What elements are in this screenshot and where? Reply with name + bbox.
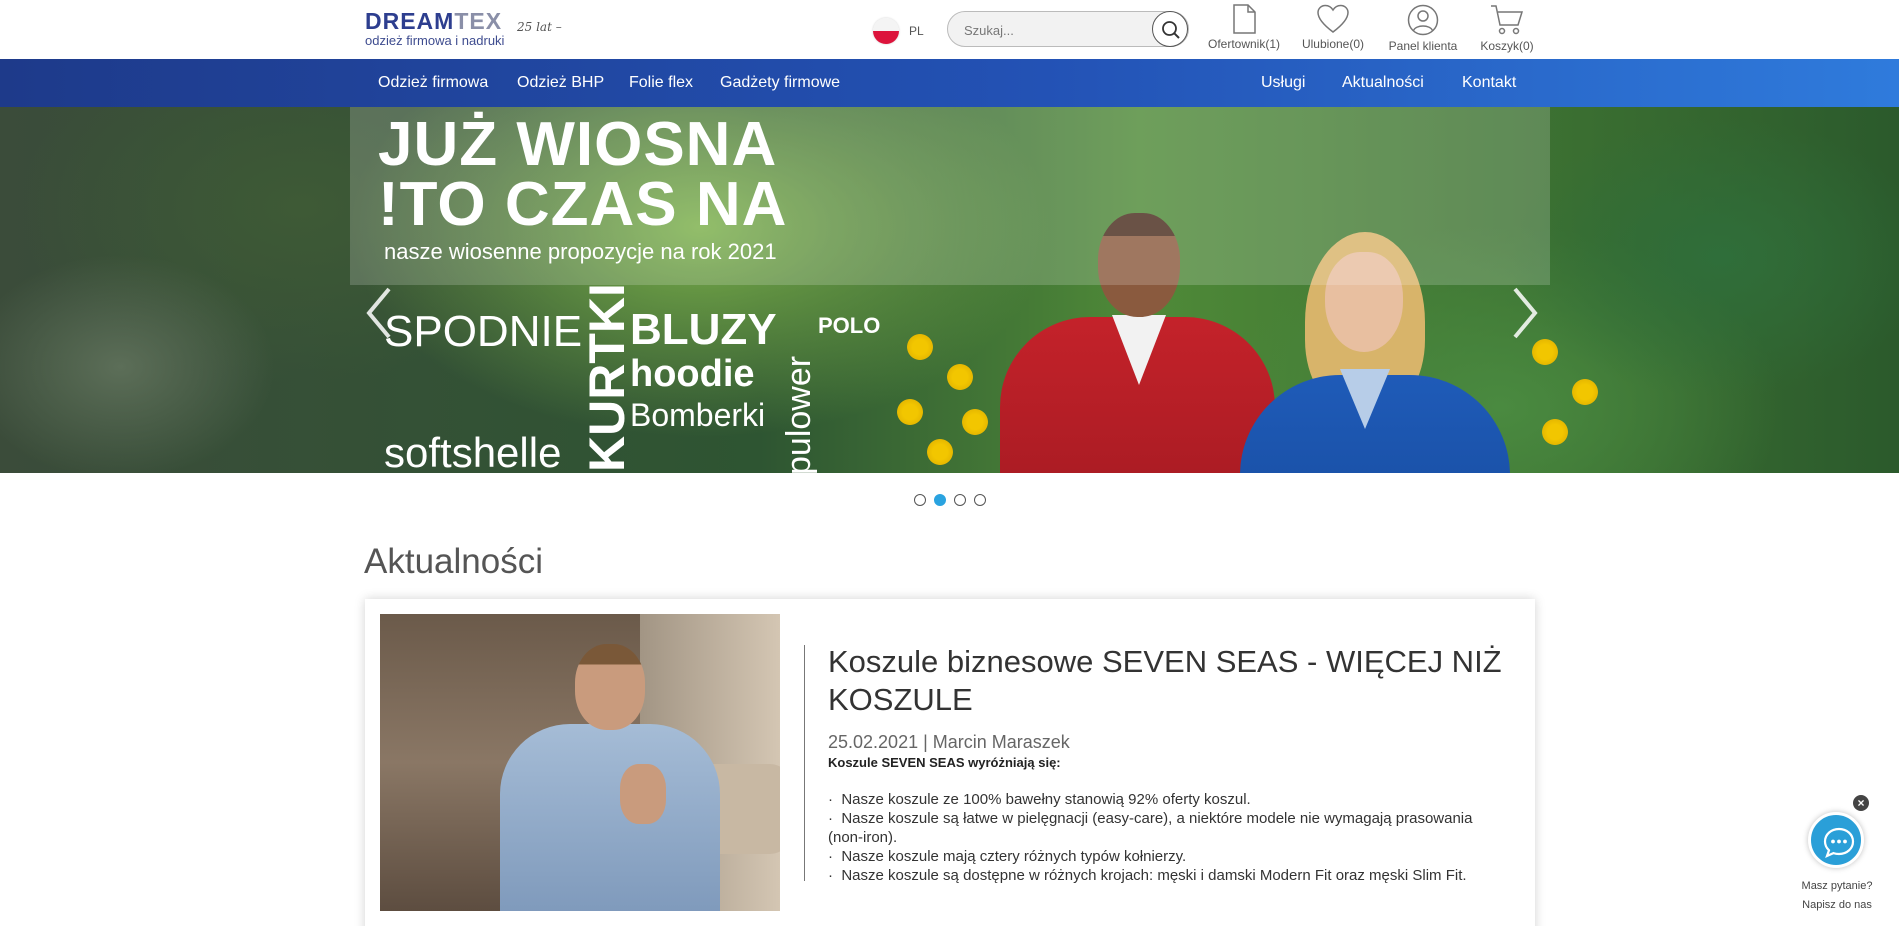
hero-headline-line-1: JUŻ WIOSNA — [378, 110, 778, 179]
search-input[interactable] — [964, 20, 1134, 40]
hero-word-polo: POLO — [818, 313, 881, 338]
news-article-image[interactable] — [380, 614, 780, 911]
customer-panel-label: Panel klienta — [1388, 39, 1458, 53]
hero-word-bluzy: BLUZY — [630, 305, 777, 354]
chat-bubble-icon — [1823, 827, 1855, 859]
hero-subline: nasze wiosenne propozycje na rok 2021 — [384, 239, 777, 264]
nav-item-contact[interactable]: Kontakt — [1462, 59, 1516, 107]
hero-word-kurtki: KURTKI — [579, 283, 635, 472]
slider-dot[interactable] — [974, 494, 986, 506]
search-icon — [1162, 21, 1180, 39]
chat-prompt[interactable]: Masz pytanie? Napisz do nas — [1797, 877, 1877, 915]
daffodil-image — [905, 332, 935, 362]
daffodil-image — [1540, 417, 1570, 447]
quote-list-label: Ofertownik(1) — [1207, 37, 1281, 51]
search-button[interactable] — [1152, 11, 1188, 47]
user-icon — [1407, 4, 1439, 36]
news-section-title: Aktualności — [364, 542, 543, 581]
chat-close-button[interactable]: × — [1853, 795, 1869, 811]
chat-open-button[interactable] — [1808, 812, 1864, 868]
list-item: Nasze koszule mają cztery różnych typów … — [828, 847, 1508, 866]
hero-word-bomberki: Bomberki — [630, 397, 766, 433]
news-article-title[interactable]: Koszule biznesowe SEVEN SEAS - WIĘCEJ NI… — [828, 643, 1508, 719]
slider-dot[interactable] — [954, 494, 966, 506]
chevron-right-icon — [1513, 287, 1538, 339]
language-label: PL — [909, 24, 924, 38]
daffodil-image — [895, 397, 925, 427]
slider-dot[interactable] — [914, 494, 926, 506]
image-hand — [620, 764, 666, 824]
hero-word-spodnie: SPODNIE — [384, 307, 583, 356]
document-icon — [1233, 4, 1256, 34]
daffodil-image — [945, 362, 975, 392]
image-shirt — [500, 724, 720, 911]
nav-item-corporate-gadgets[interactable]: Gadżety firmowe — [720, 59, 840, 107]
hero-banner[interactable]: JUŻ WIOSNA !TO CZAS NA nasze wiosenne pr… — [0, 107, 1899, 473]
nav-item-flex-foils[interactable]: Folie flex — [629, 59, 693, 107]
cart-label: Koszyk(0) — [1480, 39, 1534, 53]
daffodil-image — [1570, 377, 1600, 407]
list-item: Nasze koszule ze 100% bawełny stanowią 9… — [828, 790, 1508, 809]
hero-headline: JUŻ WIOSNA !TO CZAS NA — [378, 110, 788, 239]
daffodil-image — [960, 407, 990, 437]
daffodil-image — [925, 437, 955, 467]
nav-item-corporate-clothing[interactable]: Odzież firmowa — [378, 59, 488, 107]
logo-tagline: odzież firmowa i nadruki — [365, 33, 505, 48]
cart-icon — [1491, 5, 1524, 35]
chevron-left-icon — [366, 287, 391, 339]
heart-icon — [1317, 4, 1349, 33]
logo[interactable]: DREAMTEX 25 lat – odzież firmowa i nadru… — [365, 8, 565, 48]
card-divider — [804, 645, 805, 881]
main-nav: Odzież firmowa Odzież BHP Folie flex Gad… — [0, 59, 1899, 107]
news-article-meta: 25.02.2021 | Marcin Maraszek — [828, 732, 1070, 752]
top-bar: DREAMTEX 25 lat – odzież firmowa i nadru… — [0, 0, 1899, 59]
favorites-link[interactable]: Ulubione(0) — [1298, 4, 1368, 56]
page: DREAMTEX 25 lat – odzież firmowa i nadru… — [0, 0, 1899, 926]
hero-word-pulower: pulower — [780, 355, 818, 473]
nav-item-services[interactable]: Usługi — [1261, 59, 1305, 107]
cart-link[interactable]: Koszyk(0) — [1476, 4, 1538, 56]
slider-dot-active[interactable] — [934, 494, 946, 506]
slider-prev-button[interactable] — [361, 283, 401, 343]
news-article-lead: Koszule SEVEN SEAS wyróżniają się: — [828, 755, 1061, 770]
language-selector[interactable]: PL — [873, 18, 924, 44]
chat-prompt-line-2: Napisz do nas — [1802, 899, 1872, 911]
news-article-bullets: Nasze koszule ze 100% bawełny stanowią 9… — [828, 790, 1508, 885]
nav-item-news[interactable]: Aktualności — [1342, 59, 1424, 107]
chat-prompt-line-1: Masz pytanie? — [1801, 880, 1873, 892]
slider-pagination — [914, 494, 986, 506]
list-item: Nasze koszule są dostępne w różnych kroj… — [828, 866, 1508, 885]
poland-flag-icon — [873, 18, 899, 44]
customer-panel-link[interactable]: Panel klienta — [1387, 4, 1459, 56]
image-man-head — [575, 644, 645, 730]
quote-list-link[interactable]: Ofertownik(1) — [1206, 4, 1282, 56]
hero-word-hoodie: hoodie — [630, 353, 755, 395]
search-box — [947, 11, 1189, 47]
hero-word-softshelle: softshelle — [384, 429, 562, 473]
hero-headline-line-2: !TO CZAS NA — [378, 170, 788, 239]
logo-wordmark: DREAMTEX — [365, 8, 503, 34]
list-item: Nasze koszule są łatwe w pielęgnacji (ea… — [828, 809, 1508, 847]
logo-years: 25 lat – — [517, 20, 562, 34]
slider-next-button[interactable] — [1503, 283, 1543, 343]
news-card[interactable]: Koszule biznesowe SEVEN SEAS - WIĘCEJ NI… — [365, 599, 1535, 926]
nav-item-workwear[interactable]: Odzież BHP — [517, 59, 604, 107]
favorites-label: Ulubione(0) — [1301, 37, 1365, 51]
